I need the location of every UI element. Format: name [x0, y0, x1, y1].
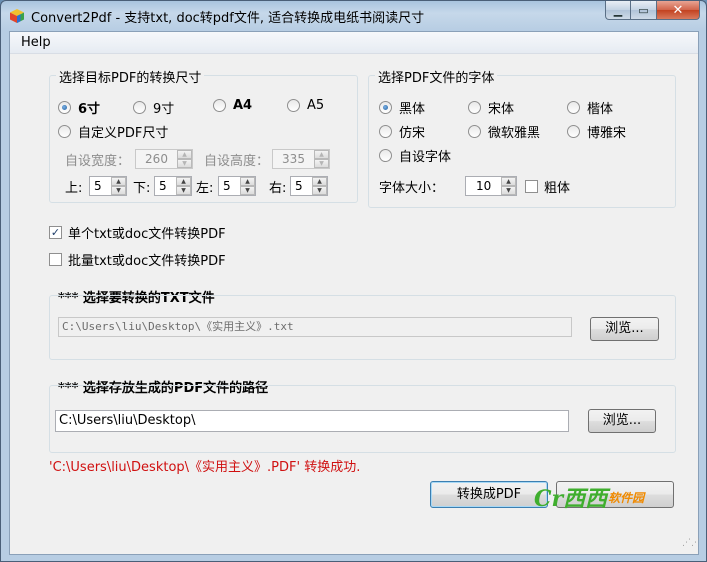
arrow-down-icon[interactable]: ▼: [240, 186, 255, 195]
margin-left-label: 左:: [196, 181, 214, 196]
arrow-down-icon[interactable]: ▼: [176, 186, 191, 195]
margin-right-label: 右:: [269, 181, 287, 196]
app-icon: [10, 9, 24, 23]
custom-height-label: 自设高度：: [204, 154, 270, 169]
watermark-logo: Cr西西 软件园: [534, 486, 645, 512]
arrow-up-icon[interactable]: ▲: [111, 177, 126, 186]
font-option-custom[interactable]: 自设字体: [379, 146, 451, 165]
margin-bottom-stepper[interactable]: 5 ▲ ▼: [154, 176, 192, 196]
resize-grip-icon[interactable]: ⋰⋰: [682, 539, 700, 552]
font-option-heiti[interactable]: 黑体: [379, 98, 425, 117]
arrow-down-icon[interactable]: ▼: [111, 186, 126, 195]
batch-checkbox[interactable]: 批量txt或doc文件转换PDF: [49, 250, 226, 269]
status-message: 'C:\Users\liu\Desktop\《实用主义》.PDF' 转换成功.: [49, 460, 361, 475]
radio-icon: [58, 101, 71, 114]
arrow-up-icon[interactable]: ▲: [240, 177, 255, 186]
size-option-a4[interactable]: A4: [213, 98, 252, 113]
radio-icon: [213, 99, 226, 112]
minimize-icon: ▁: [613, 3, 623, 17]
app-window: Convert2Pdf - 支持txt, doc转pdf文件, 适合转换成电纸书…: [0, 0, 707, 562]
margin-top-label: 上:: [65, 181, 83, 196]
close-button[interactable]: ✕: [657, 1, 700, 20]
checkmark-icon: ✓: [49, 226, 62, 239]
title-bar[interactable]: Convert2Pdf - 支持txt, doc转pdf文件, 适合转换成电纸书…: [1, 1, 706, 31]
size-option-9in[interactable]: 9寸: [133, 98, 174, 117]
font-option-yahei[interactable]: 微软雅黑: [468, 122, 540, 141]
size-group-title: 选择目标PDF的转换尺寸: [56, 67, 205, 86]
radio-icon: [58, 125, 71, 138]
convert-button[interactable]: 转换成PDF: [430, 481, 548, 508]
font-option-songti[interactable]: 宋体: [468, 98, 514, 117]
radio-icon: [567, 125, 580, 138]
bold-checkbox[interactable]: 粗体: [525, 177, 570, 196]
arrow-down-icon[interactable]: ▼: [177, 159, 192, 168]
maximize-button[interactable]: ▭: [631, 1, 657, 20]
arrow-down-icon[interactable]: ▼: [501, 186, 516, 195]
checkbox-icon: [525, 180, 538, 193]
source-path-field[interactable]: C:\Users\liu\Desktop\《实用主义》.txt: [58, 317, 572, 337]
font-size-stepper[interactable]: 10 ▲ ▼: [465, 176, 517, 196]
font-option-fangsong[interactable]: 仿宋: [379, 122, 425, 141]
margin-bottom-label: 下:: [133, 181, 151, 196]
size-option-a5[interactable]: A5: [287, 98, 324, 113]
menu-bar: Help: [10, 32, 698, 54]
arrow-down-icon[interactable]: ▼: [314, 159, 329, 168]
font-option-kaiti[interactable]: 楷体: [567, 98, 613, 117]
maximize-icon: ▭: [638, 3, 649, 17]
custom-width-stepper[interactable]: 260 ▲ ▼: [135, 149, 193, 169]
radio-icon: [379, 149, 392, 162]
arrow-up-icon[interactable]: ▲: [314, 150, 329, 159]
margin-right-stepper[interactable]: 5 ▲ ▼: [290, 176, 328, 196]
single-file-checkbox[interactable]: ✓ 单个txt或doc文件转换PDF: [49, 223, 226, 242]
size-option-6in[interactable]: 6寸: [58, 98, 100, 117]
arrow-up-icon[interactable]: ▲: [312, 177, 327, 186]
radio-icon: [468, 101, 481, 114]
custom-width-label: 自设宽度：: [65, 154, 131, 169]
window-title: Convert2Pdf - 支持txt, doc转pdf文件, 适合转换成电纸书…: [31, 11, 425, 26]
radio-icon: [379, 125, 392, 138]
menu-help[interactable]: Help: [21, 35, 51, 50]
font-option-boyasong[interactable]: 博雅宋: [567, 122, 626, 141]
margin-left-stepper[interactable]: 5 ▲ ▼: [218, 176, 256, 196]
radio-icon: [133, 101, 146, 114]
arrow-up-icon[interactable]: ▲: [177, 150, 192, 159]
arrow-up-icon[interactable]: ▲: [176, 177, 191, 186]
close-icon: ✕: [672, 2, 684, 18]
font-group-title: 选择PDF文件的字体: [375, 67, 498, 86]
arrow-down-icon[interactable]: ▼: [312, 186, 327, 195]
margin-top-stepper[interactable]: 5 ▲ ▼: [89, 176, 127, 196]
size-option-custom[interactable]: 自定义PDF尺寸: [58, 122, 168, 141]
output-path-field[interactable]: C:\Users\liu\Desktop\: [55, 410, 569, 432]
radio-icon: [379, 101, 392, 114]
minimize-button[interactable]: ▁: [605, 1, 631, 20]
radio-icon: [468, 125, 481, 138]
arrow-up-icon[interactable]: ▲: [501, 177, 516, 186]
checkbox-icon: [49, 253, 62, 266]
radio-icon: [287, 99, 300, 112]
source-browse-button[interactable]: 浏览...: [590, 317, 659, 341]
custom-height-stepper[interactable]: 335 ▲ ▼: [272, 149, 330, 169]
font-size-label: 字体大小：: [379, 181, 445, 196]
radio-icon: [567, 101, 580, 114]
output-browse-button[interactable]: 浏览...: [588, 409, 656, 433]
client-area: Help 选择目标PDF的转换尺寸 6寸 9寸 A4 A5 自定义PDF尺寸 自…: [9, 31, 700, 555]
